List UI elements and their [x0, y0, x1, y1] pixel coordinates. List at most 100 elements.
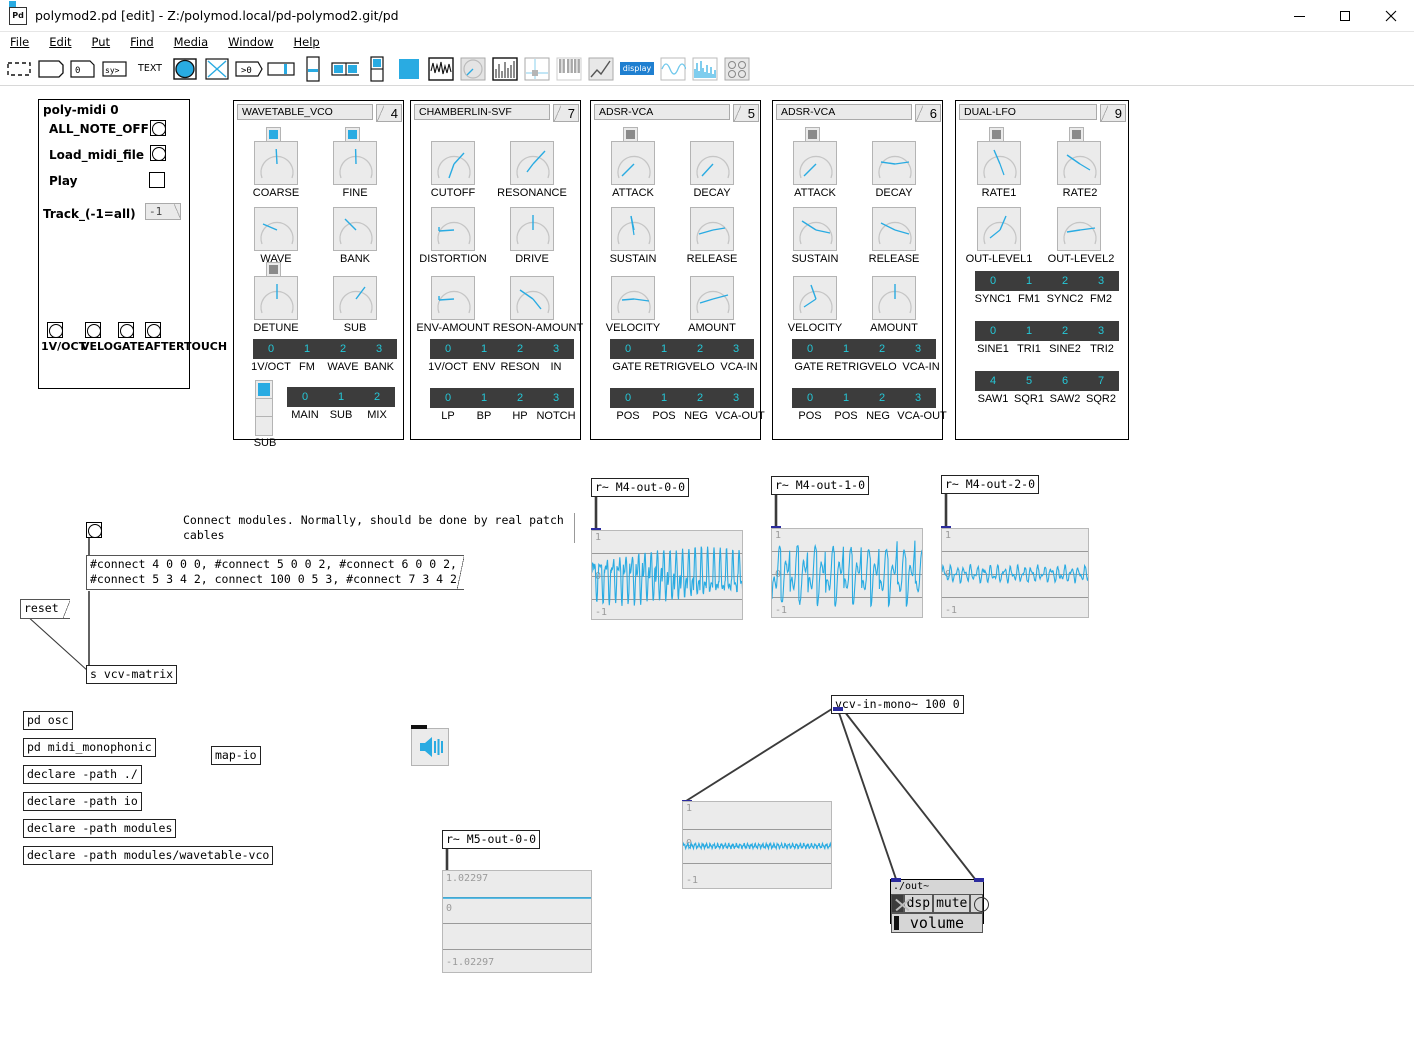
svf-inlet-cell-reson[interactable]: 2 — [502, 339, 538, 359]
knob-adsr6-decay[interactable] — [872, 141, 916, 185]
module-chamberlin-svf[interactable]: CHAMBERLIN-SVF 7 CUTOFF RESONANCE DISTOR… — [410, 100, 583, 440]
knob-adsr5-sustain[interactable] — [611, 207, 655, 251]
scope-vcv-in-mono[interactable]: 1 0 -1 — [682, 801, 832, 889]
knob-distortion[interactable] — [431, 207, 475, 251]
dsp-toggle[interactable] — [891, 894, 904, 913]
module-adsr-vca-5[interactable]: ADSR-VCA 5 ATTACK DECAY SUSTAIN RELEASE … — [590, 100, 765, 440]
track-number-box[interactable]: -1 — [145, 203, 181, 220]
lfo-inlet-cell-fm1[interactable]: 1 — [1011, 271, 1047, 291]
knob-wave[interactable] — [254, 207, 298, 251]
adsr6-outlet-cell-pos1[interactable]: 1 — [828, 388, 864, 408]
knob-adsr6-sustain[interactable] — [793, 207, 837, 251]
signal-graph-icon[interactable] — [427, 56, 455, 82]
adsr5-outlet-cell-pos0[interactable]: 0 — [610, 388, 646, 408]
svf-inlet-cell-1voct[interactable]: 0 — [430, 339, 466, 359]
xy-pad-icon[interactable] — [523, 56, 551, 82]
menu-window[interactable]: Window — [218, 35, 283, 49]
svf-outlet-cell-notch[interactable]: 3 — [538, 388, 574, 408]
adsr6-inlet-cell-gate[interactable]: 0 — [792, 339, 828, 359]
lfo-outlet-cell-sqr2[interactable]: 7 — [1083, 371, 1119, 391]
toggle-icon[interactable] — [203, 56, 231, 82]
outlet-velo-bang[interactable] — [85, 322, 101, 338]
knob-env-amount[interactable] — [431, 276, 475, 320]
play-toggle[interactable] — [149, 172, 165, 188]
scope-m4-out-2-0[interactable]: 1 0 -1 — [941, 528, 1089, 618]
volume-slider[interactable]: volume — [891, 913, 983, 933]
comment-icon[interactable]: TEXT — [133, 56, 167, 82]
lfo-outlet-cell-saw2[interactable]: 6 — [1047, 371, 1083, 391]
coarse-toggle[interactable] — [266, 127, 281, 142]
lfo-outlet-cell-sqr1[interactable]: 5 — [1011, 371, 1047, 391]
envelope-icon[interactable] — [587, 56, 615, 82]
module-title-adsr-vca-5[interactable]: ADSR-VCA — [594, 104, 730, 120]
adsr5-outlet-cell-neg[interactable]: 2 — [682, 388, 718, 408]
sub-vradio[interactable] — [255, 380, 273, 436]
connect-message-box[interactable]: #connect 4 0 0 0, #connect 5 0 0 2, #con… — [86, 555, 464, 590]
adsr5-outlet-cell-vca-out[interactable]: 3 — [718, 388, 754, 408]
module-number-wavetable-vco[interactable]: 4 — [376, 104, 402, 122]
receive-m4-out-0-0[interactable]: r~ M4-out-0-0 — [591, 478, 690, 497]
knob-adsr6-attack[interactable] — [793, 141, 837, 185]
declare-path-wavetable-vco-object[interactable]: declare -path modules/wavetable-vco — [23, 846, 274, 865]
knob-cutoff[interactable] — [431, 141, 475, 185]
knob-sub[interactable] — [333, 276, 377, 320]
connect-trigger-bang[interactable] — [86, 522, 102, 538]
vcv-in-mono-object[interactable]: vcv-in-mono~ 100 0 — [831, 695, 964, 714]
declare-path-dot-object[interactable]: declare -path ./ — [23, 765, 142, 784]
receive-m4-out-2-0[interactable]: r~ M4-out-2-0 — [941, 475, 1040, 494]
declare-path-io-object[interactable]: declare -path io — [23, 792, 142, 811]
adsr6-inlet-cell-vca-in[interactable]: 3 — [900, 339, 936, 359]
knob-rate1[interactable] — [977, 141, 1021, 185]
svf-outlet-cell-lp[interactable]: 0 — [430, 388, 466, 408]
adsr6-outlet-cell-neg[interactable]: 2 — [864, 388, 900, 408]
selection-tool-icon[interactable] — [5, 56, 33, 82]
scope-m5-out-0-0[interactable]: 1.02297 0 -1.02297 — [442, 870, 592, 973]
outlet-1voct-bang[interactable] — [47, 322, 63, 338]
adsr5-outlet-cell-pos1[interactable]: 1 — [646, 388, 682, 408]
knob-adsr6-amount[interactable] — [872, 276, 916, 320]
knob-coarse[interactable] — [254, 141, 298, 185]
bang-icon[interactable] — [171, 56, 199, 82]
declare-path-modules-object[interactable]: declare -path modules — [23, 819, 177, 838]
fine-toggle[interactable] — [345, 127, 360, 142]
lfo-inlet-cell-sync2[interactable]: 2 — [1047, 271, 1083, 291]
adsr6-attack-toggle[interactable] — [805, 127, 820, 142]
knob-adsr5-release[interactable] — [690, 207, 734, 251]
maximize-button[interactable] — [1322, 0, 1368, 32]
module-wavetable-vco[interactable]: WAVETABLE_VCO 4 COARSE FINE WAVE BANK DE… — [233, 100, 404, 449]
outlet-gate-bang[interactable] — [118, 322, 134, 338]
lfo-outlet-cell-sine1[interactable]: 0 — [975, 321, 1011, 341]
menu-put[interactable]: Put — [82, 35, 121, 49]
map-io-object[interactable]: map-io — [211, 746, 261, 765]
adsr5-inlet-cell-retrig[interactable]: 1 — [646, 339, 682, 359]
knob-resonance[interactable] — [510, 141, 554, 185]
menu-file[interactable]: File — [0, 35, 39, 49]
outlet-cell-main[interactable]: 0 — [287, 387, 323, 407]
module-number-chamberlin-svf[interactable]: 7 — [553, 104, 579, 122]
knob-adsr5-attack[interactable] — [611, 141, 655, 185]
adsr6-inlet-cell-velo[interactable]: 2 — [864, 339, 900, 359]
receive-m5-out-0-0[interactable]: r~ M5-out-0-0 — [442, 830, 541, 849]
knob-reson-amount[interactable] — [510, 276, 554, 320]
symbol-box-icon[interactable]: sy> — [101, 56, 129, 82]
adsr6-outlet-cell-vca-out[interactable]: 3 — [900, 388, 936, 408]
mute-label[interactable]: mute — [933, 894, 971, 913]
menu-edit[interactable]: Edit — [39, 35, 81, 49]
adsr5-inlet-cell-vca-in[interactable]: 3 — [718, 339, 754, 359]
menu-media[interactable]: Media — [164, 35, 219, 49]
menu-help[interactable]: Help — [284, 35, 330, 49]
inlet-cell-bank[interactable]: 3 — [361, 339, 397, 359]
inlet-cell-1voct[interactable]: 0 — [253, 339, 289, 359]
outlet-cell-mix[interactable]: 2 — [359, 387, 395, 407]
knob-bank[interactable] — [333, 207, 377, 251]
inlet-cell-wave[interactable]: 2 — [325, 339, 361, 359]
adsr6-inlet-cell-retrig[interactable]: 1 — [828, 339, 864, 359]
receive-m4-out-1-0[interactable]: r~ M4-out-1-0 — [771, 476, 870, 495]
svf-inlet-cell-env[interactable]: 1 — [466, 339, 502, 359]
spectrum-icon[interactable] — [691, 56, 719, 82]
module-number-adsr-vca-5[interactable]: 5 — [733, 104, 759, 122]
adsr6-outlet-cell-pos0[interactable]: 0 — [792, 388, 828, 408]
message-box-icon[interactable]: 0 — [69, 56, 97, 82]
knob-out-level2[interactable] — [1057, 207, 1101, 251]
reset-message-box[interactable]: reset — [20, 599, 70, 619]
